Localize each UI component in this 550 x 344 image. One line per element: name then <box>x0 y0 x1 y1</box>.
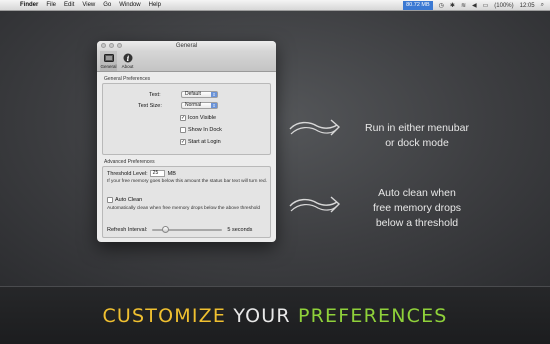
threshold-note: If your free memory goes below this amou… <box>107 179 267 184</box>
arrow-icon <box>289 196 341 213</box>
info-icon: i <box>123 53 133 63</box>
auto-clean-checkbox-row[interactable]: Auto Clean <box>107 197 142 203</box>
auto-clean-label: Auto Clean <box>115 197 143 203</box>
advanced-group: Threshold Level: 25 MB If your free memo… <box>102 166 271 238</box>
tab-general-label: General <box>100 64 117 69</box>
general-section-label: General Preferences <box>104 76 151 82</box>
window-toolbar: General i About <box>97 51 276 72</box>
refresh-slider[interactable] <box>152 226 223 233</box>
menu-go[interactable]: Go <box>103 2 111 8</box>
text-size-select[interactable]: Normal ⇕ <box>181 102 218 109</box>
tab-about-label: About <box>121 64 134 69</box>
start-at-login-label: Start at Login <box>188 139 221 145</box>
tab-general[interactable]: General <box>100 51 117 71</box>
show-in-dock-checkbox-row[interactable]: Show In Dock <box>180 127 222 133</box>
menu-help[interactable]: Help <box>149 2 161 8</box>
wifi-icon[interactable]: ≋ <box>461 2 466 9</box>
general-group: Text: Default ⇕ Text Size: Normal ⇕ ✓ Ic… <box>102 83 271 155</box>
minimize-button[interactable] <box>109 43 114 48</box>
auto-clean-checkbox[interactable] <box>107 197 113 203</box>
refresh-label: Refresh Interval: <box>107 227 148 233</box>
tagline-word-your: YOUR <box>233 304 291 327</box>
text-select[interactable]: Default ⇕ <box>181 91 218 98</box>
start-at-login-checkbox-row[interactable]: ✓ Start at Login <box>180 139 221 145</box>
threshold-input[interactable]: 25 <box>149 170 165 177</box>
annotation-menubar-dock: Run in either menubar or dock mode <box>347 121 487 151</box>
advanced-section-label: Advanced Preferences <box>104 159 155 165</box>
show-in-dock-label: Show In Dock <box>188 127 222 133</box>
menu-view[interactable]: View <box>82 2 95 8</box>
refresh-slider-knob[interactable] <box>161 226 169 233</box>
annotation-line: Run in either menubar <box>365 122 469 134</box>
bluetooth-icon[interactable]: ✱ <box>450 2 455 9</box>
annotation-line: or dock mode <box>385 137 449 149</box>
menu-edit[interactable]: Edit <box>64 2 74 8</box>
volume-icon[interactable]: ◀ <box>472 2 477 9</box>
menu-window[interactable]: Window <box>119 2 140 8</box>
icon-visible-label: Icon Visible <box>188 115 217 121</box>
tagline: CUSTOMIZE YOUR PREFERENCES <box>102 305 447 327</box>
battery-percent: (100%) <box>494 2 514 9</box>
window-titlebar[interactable]: General <box>97 41 276 51</box>
annotation-line: below a threshold <box>375 217 459 229</box>
battery-icon[interactable]: ▭ <box>483 2 489 9</box>
preferences-window: General General i About General Preferen… <box>97 41 276 242</box>
general-icon <box>103 53 114 63</box>
show-in-dock-checkbox[interactable] <box>180 127 186 133</box>
menu-finder[interactable]: Finder <box>20 2 38 8</box>
refresh-value: 5 seconds <box>227 227 253 233</box>
tagline-word-preferences: PREFERENCES <box>298 304 448 327</box>
threshold-label: Threshold Level: <box>107 170 148 177</box>
updown-arrows-icon: ⇕ <box>211 92 217 97</box>
updown-arrows-icon: ⇕ <box>211 103 217 108</box>
start-at-login-checkbox[interactable]: ✓ <box>180 139 186 145</box>
menu-file[interactable]: File <box>46 2 56 8</box>
spotlight-icon[interactable]: ⌕ <box>541 2 544 9</box>
text-size-select-value: Normal <box>185 102 202 108</box>
close-button[interactable] <box>101 43 106 48</box>
zoom-button[interactable] <box>117 43 122 48</box>
auto-clean-note: Automatically clean when free memory dro… <box>107 206 261 211</box>
tab-about[interactable]: i About <box>119 51 136 71</box>
footer-banner: CUSTOMIZE YOUR PREFERENCES <box>0 286 550 344</box>
annotation-line: free memory drops <box>372 202 462 214</box>
icon-visible-checkbox[interactable]: ✓ <box>180 115 186 121</box>
tagline-word-customize: CUSTOMIZE <box>102 304 227 327</box>
menu-bar: Finder File Edit View Go Window Help 80.… <box>0 0 550 11</box>
threshold-unit: MB <box>167 170 176 177</box>
window-title: General <box>175 43 198 49</box>
icon-visible-checkbox-row[interactable]: ✓ Icon Visible <box>180 115 216 121</box>
annotation-auto-clean: Auto clean when free memory drops below … <box>347 186 487 231</box>
clock[interactable]: 12:05 <box>520 3 535 9</box>
svg-text:i: i <box>126 54 129 63</box>
timemachine-icon[interactable]: ◷ <box>439 2 444 9</box>
text-label: Text: <box>149 92 161 98</box>
text-size-label: Text Size: <box>138 103 162 109</box>
annotation-line: Auto clean when <box>378 187 456 199</box>
arrow-icon <box>289 119 341 136</box>
text-select-value: Default <box>185 91 201 97</box>
memory-status-item[interactable]: 80.72 MB <box>403 1 433 10</box>
